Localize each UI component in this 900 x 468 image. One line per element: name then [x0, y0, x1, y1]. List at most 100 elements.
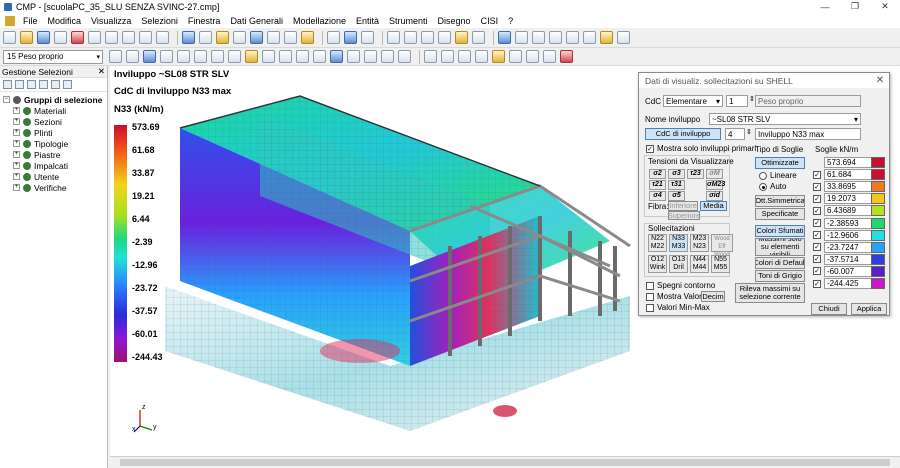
colori-sfumati-button[interactable]: Colori Sfumati	[755, 225, 805, 237]
plane-icon[interactable]	[313, 50, 326, 63]
soglia-checkbox[interactable]: ✓	[813, 182, 821, 191]
section-icon[interactable]	[279, 50, 292, 63]
cdc-number-input[interactable]: 1	[726, 95, 748, 107]
cdc-envelope-button[interactable]: CdC di inviluppo	[645, 128, 721, 140]
soglia-color-swatch[interactable]	[871, 217, 885, 229]
delete-icon[interactable]	[71, 31, 84, 44]
menu-visualizza[interactable]: Visualizza	[86, 16, 136, 26]
select-all-icon[interactable]	[143, 50, 156, 63]
clip-icon[interactable]	[296, 50, 309, 63]
menu-modellazione[interactable]: Modellazione	[288, 16, 351, 26]
soglia-color-swatch[interactable]	[871, 181, 885, 193]
expand-icon[interactable]: +	[13, 129, 20, 136]
zoom-extents-icon[interactable]	[441, 50, 454, 63]
tree-item-piastre[interactable]: + Piastre	[3, 149, 107, 160]
zoom-out-icon[interactable]	[404, 31, 417, 44]
soglia-color-swatch[interactable]	[871, 241, 885, 253]
select-arrow-icon[interactable]	[327, 31, 340, 44]
rotate-icon[interactable]	[344, 31, 357, 44]
shade-icon[interactable]	[347, 50, 360, 63]
tree-root[interactable]: − Gruppi di selezione	[3, 94, 107, 105]
filter-remove-icon[interactable]	[27, 80, 36, 89]
m23-n23-button[interactable]: M23 N23	[690, 234, 709, 252]
select-window-icon[interactable]	[109, 50, 122, 63]
dimension-icon[interactable]	[526, 50, 539, 63]
soglia-checkbox[interactable]: ✓	[813, 255, 821, 264]
camera-icon[interactable]	[284, 31, 297, 44]
menu-file[interactable]: File	[18, 16, 43, 26]
show-icon[interactable]	[211, 50, 224, 63]
grid-icon[interactable]	[182, 31, 195, 44]
sigma2-button[interactable]: σ2	[649, 169, 666, 179]
shell-icon[interactable]	[233, 31, 246, 44]
menu-disegno[interactable]: Disegno	[433, 16, 476, 26]
tree-item-sezioni[interactable]: + Sezioni	[3, 116, 107, 127]
spin-icon[interactable]: ⇕	[749, 95, 755, 103]
cdc-type-select[interactable]: Elementare ▾	[663, 95, 723, 107]
close-icon[interactable]: ✕	[871, 75, 889, 86]
pointer-icon[interactable]	[472, 31, 485, 44]
isolate-icon[interactable]	[228, 50, 241, 63]
deselect-icon[interactable]	[160, 50, 173, 63]
rileva-massimi-button[interactable]: Rileva massimi su selezione corrente	[735, 283, 805, 303]
menu-dati-generali[interactable]: Dati Generali	[225, 16, 288, 26]
soglia-checkbox[interactable]: ✓	[813, 194, 821, 203]
table-icon[interactable]	[301, 31, 314, 44]
snap-icon[interactable]	[543, 50, 556, 63]
close-icon[interactable]: ✕	[870, 1, 900, 12]
sigmaM23-button[interactable]: σM23	[706, 180, 725, 190]
expand-icon[interactable]: +	[13, 107, 20, 114]
print-icon[interactable]	[54, 31, 67, 44]
specificate-button[interactable]: Specificate	[755, 208, 805, 220]
menu-cisi[interactable]: CISI	[476, 16, 504, 26]
menu-entita[interactable]: Entità	[351, 16, 384, 26]
load-case-select[interactable]: 15 Peso proprio ▾	[3, 49, 103, 64]
o13-dril-button[interactable]: O13 Dril	[669, 255, 688, 273]
soglia-checkbox[interactable]: ✓	[813, 170, 821, 179]
soglia-color-swatch[interactable]	[871, 229, 885, 241]
soglia-color-swatch[interactable]	[871, 157, 885, 168]
soglia-checkbox[interactable]: ✓	[813, 231, 821, 240]
fibra-media-button[interactable]: Media	[700, 201, 727, 211]
soglia-checkbox[interactable]: ✓	[813, 219, 821, 227]
layer-icon[interactable]	[262, 50, 275, 63]
view-side-icon[interactable]	[532, 31, 545, 44]
extrude-icon[interactable]	[583, 31, 596, 44]
wood-button[interactable]: Wood Eff Wood Int	[711, 234, 733, 266]
zoom-all-icon[interactable]	[438, 31, 451, 44]
soglia-checkbox[interactable]: ✓	[813, 243, 821, 252]
regen-icon[interactable]	[475, 50, 488, 63]
select-cross-icon[interactable]	[126, 50, 139, 63]
stop-icon[interactable]	[560, 50, 573, 63]
group-icon[interactable]	[39, 80, 48, 89]
restore-icon[interactable]: ❐	[840, 1, 870, 12]
ottimizzate-button[interactable]: Ottimizzate	[755, 157, 805, 169]
n44-m44-button[interactable]: N44 M44	[690, 255, 709, 273]
contour-icon[interactable]	[364, 50, 377, 63]
open-icon[interactable]	[20, 31, 33, 44]
paste-icon[interactable]	[122, 31, 135, 44]
measure-icon[interactable]	[455, 31, 468, 44]
expand-icon[interactable]: +	[13, 162, 20, 169]
expand-icon[interactable]: +	[13, 118, 20, 125]
n55-m55-button[interactable]: N55 M55	[711, 255, 730, 273]
menu-strumenti[interactable]: Strumenti	[384, 16, 433, 26]
view-top-icon[interactable]	[549, 31, 562, 44]
soglia-checkbox[interactable]: ✓	[813, 206, 821, 215]
expand-icon[interactable]: +	[13, 151, 20, 158]
tree-item-verifiche[interactable]: + Verifiche	[3, 182, 107, 193]
pan-icon[interactable]	[361, 31, 374, 44]
minimize-icon[interactable]: —	[810, 2, 840, 12]
zoom-previous-icon[interactable]	[458, 50, 471, 63]
chiudi-button[interactable]: Chiudi	[811, 303, 847, 315]
decim-button[interactable]: Decim	[701, 291, 725, 302]
settings-icon[interactable]	[63, 80, 72, 89]
tau21-button[interactable]: τ21	[649, 180, 666, 190]
node-icon[interactable]	[199, 31, 212, 44]
invert-selection-icon[interactable]	[177, 50, 190, 63]
valori-minmax-checkbox[interactable]	[646, 304, 654, 312]
zoom-in-icon[interactable]	[387, 31, 400, 44]
mesh-icon[interactable]	[330, 50, 343, 63]
menu-selezioni[interactable]: Selezioni	[136, 16, 183, 26]
tree-item-plinti[interactable]: + Plinti	[3, 127, 107, 138]
